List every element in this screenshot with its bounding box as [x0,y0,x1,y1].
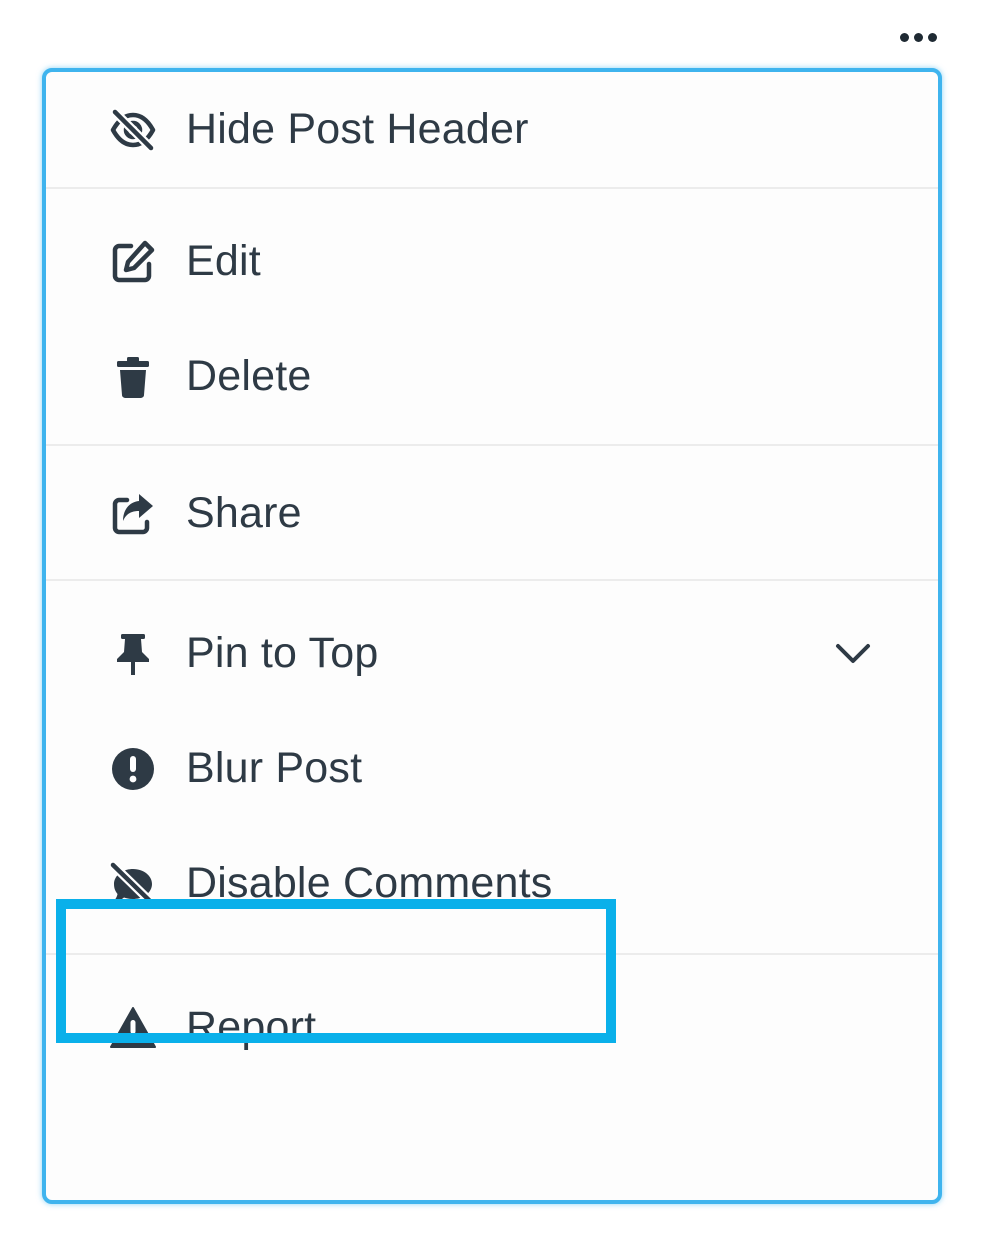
menu-item-label: Share [186,489,302,537]
exclamation-circle-icon [108,744,158,794]
menu-group: Edit Delete [46,189,938,446]
menu-item-delete[interactable]: Delete [46,319,938,434]
menu-group: Share [46,446,938,581]
menu-item-pin-to-top[interactable]: Pin to Top [46,596,938,711]
menu-item-label: Blur Post [186,744,363,792]
menu-item-hide-post-header[interactable]: Hide Post Header [46,72,938,187]
menu-item-edit[interactable]: Edit [46,204,938,319]
menu-item-label: Edit [186,237,261,285]
chevron-down-icon[interactable] [830,631,876,677]
menu-group: Hide Post Header [46,72,938,189]
menu-item-blur-post[interactable]: Blur Post [46,711,938,826]
menu-item-label: Delete [186,352,312,400]
edit-icon [108,237,158,287]
more-dot [927,32,937,42]
menu-item-label: Pin to Top [186,629,379,677]
more-dot [913,32,923,42]
trash-icon [108,352,158,402]
menu-item-label: Hide Post Header [186,105,529,153]
more-dot [899,32,909,42]
pin-icon [108,629,158,679]
menu-item-share[interactable]: Share [46,456,938,571]
canvas: Hide Post Header Edit Delete Share Pin t… [0,0,993,1255]
share-icon [108,489,158,539]
more-options-button[interactable] [890,22,946,52]
selection-highlight [56,899,616,1043]
eye-slash-icon [108,105,158,155]
